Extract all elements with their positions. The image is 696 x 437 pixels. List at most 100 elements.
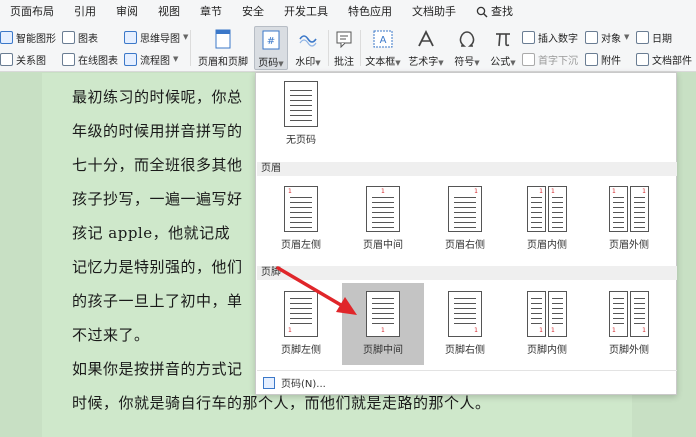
book-thumbnail: 1 1 <box>527 291 567 337</box>
divider <box>360 30 361 66</box>
option-footer-right[interactable]: 1 页脚右侧 <box>424 283 506 365</box>
header-footer-label: 页眉和页脚 <box>198 57 248 68</box>
textbox-label: 文本框 <box>365 57 396 68</box>
date-button[interactable]: 日期 <box>636 28 672 46</box>
page-number-button[interactable]: # 页码▼ <box>254 26 288 70</box>
watermark-label: 水印 <box>295 57 316 68</box>
tab-view[interactable]: 视图 <box>148 0 190 24</box>
option-no-page-number[interactable]: 无页码 <box>260 73 342 155</box>
object-icon <box>585 30 598 44</box>
online-chart-label: 在线图表 <box>78 55 118 67</box>
option-header-outside[interactable]: 1 1 页眉外侧 <box>588 178 670 260</box>
book-thumbnail: 1 1 <box>609 291 649 337</box>
option-header-inside[interactable]: 1 1 页眉内侧 <box>506 178 588 260</box>
text-line: 时候，你就是骑自行车的那个人，而他们就是走路的那个人。 <box>72 394 491 412</box>
mind-map-icon <box>124 30 137 44</box>
option-label: 页眉外侧 <box>609 240 649 251</box>
comment-button[interactable]: 批注 <box>330 26 358 70</box>
symbol-button[interactable]: 符号▼ <box>450 26 484 70</box>
chart-icon <box>62 30 75 44</box>
thumb-page-number: 1 <box>642 327 646 334</box>
drop-cap-label: 首字下沉 <box>538 55 578 67</box>
chevron-down-icon: ▼ <box>173 55 179 63</box>
tab-review[interactable]: 审阅 <box>106 0 148 24</box>
relation-chart-button[interactable]: 关系图 <box>0 50 46 68</box>
art-text-button[interactable]: 艺术字▼ <box>406 26 446 70</box>
online-chart-button[interactable]: 在线图表 <box>62 50 118 68</box>
textbox-icon: A <box>372 28 394 50</box>
insert-number-button[interactable]: 插入数字 <box>522 28 578 46</box>
watermark-button[interactable]: 水印▼ <box>290 26 326 70</box>
option-label: 页眉中间 <box>363 240 403 251</box>
flowchart-label: 流程图 <box>140 55 170 67</box>
header-footer-icon <box>212 28 234 50</box>
option-label: 页脚左侧 <box>281 345 321 356</box>
comment-icon <box>333 28 355 50</box>
smart-shape-button[interactable]: 智能图形 <box>0 28 56 46</box>
page-number-settings-item[interactable]: 页码(N)... <box>257 370 677 394</box>
drop-cap-button[interactable]: 首字下沉 <box>522 50 578 68</box>
search-icon <box>476 6 488 18</box>
insert-number-label: 插入数字 <box>538 33 578 45</box>
tab-references[interactable]: 引用 <box>64 0 106 24</box>
doc-parts-label: 文档部件 <box>652 55 692 67</box>
textbox-label-wrap: 文本框▼ <box>365 53 400 68</box>
tab-chapter[interactable]: 章节 <box>190 0 232 24</box>
chevron-down-icon: ▼ <box>315 59 321 67</box>
thumb-page-number: 1 <box>539 327 543 334</box>
tab-special-apps[interactable]: 特色应用 <box>338 0 402 24</box>
flowchart-button[interactable]: 流程图 ▼ <box>124 50 178 68</box>
search-button[interactable]: 查找 <box>466 0 523 24</box>
drop-cap-icon <box>522 52 535 66</box>
number-icon <box>522 30 535 44</box>
page-thumbnail: 1 <box>366 186 400 232</box>
tab-developer[interactable]: 开发工具 <box>274 0 338 24</box>
comment-label: 批注 <box>334 57 354 68</box>
option-footer-inside[interactable]: 1 1 页脚内侧 <box>506 283 588 365</box>
chevron-down-icon: ▼ <box>395 59 401 67</box>
watermark-label-wrap: 水印▼ <box>295 53 320 68</box>
tab-page-layout[interactable]: 页面布局 <box>0 0 64 24</box>
menu-bar: 页面布局 引用 审阅 视图 章节 安全 开发工具 特色应用 文档助手 查找 <box>0 0 696 24</box>
doc-parts-icon <box>636 52 649 66</box>
date-label: 日期 <box>652 33 672 45</box>
svg-text:#: # <box>267 36 275 47</box>
chevron-down-icon: ▼ <box>624 33 630 41</box>
chevron-down-icon: ▼ <box>278 60 284 68</box>
text-line: 的孩子一旦上了初中，单 <box>72 292 243 310</box>
chevron-down-icon: ▼ <box>183 33 189 41</box>
chevron-down-icon: ▼ <box>438 59 444 67</box>
option-header-center[interactable]: 1 页眉中间 <box>342 178 424 260</box>
tab-doc-assistant[interactable]: 文档助手 <box>402 0 466 24</box>
textbox-button[interactable]: A 文本框▼ <box>363 26 403 70</box>
relation-label: 关系图 <box>16 55 46 67</box>
option-label: 页眉右侧 <box>445 240 485 251</box>
chart-button[interactable]: 图表 <box>62 28 98 46</box>
object-button[interactable]: 对象 ▼ <box>585 28 629 46</box>
thumb-page-number: 1 <box>288 327 292 334</box>
page-thumbnail: 1 <box>284 186 318 232</box>
option-header-right[interactable]: 1 页眉右侧 <box>424 178 506 260</box>
doc-parts-button[interactable]: 文档部件 <box>636 50 692 68</box>
page-number-label: 页码 <box>258 58 279 69</box>
option-label: 页脚中间 <box>363 345 403 356</box>
pi-icon <box>492 28 514 50</box>
chart-label: 图表 <box>78 33 98 45</box>
formula-button[interactable]: 公式▼ <box>486 26 520 70</box>
option-footer-center[interactable]: 1 页脚中间 <box>342 283 424 365</box>
thumb-page-number: 1 <box>381 188 385 195</box>
art-text-icon <box>415 28 437 50</box>
paperclip-icon <box>585 52 598 66</box>
book-thumbnail: 1 1 <box>609 186 649 232</box>
page-thumbnail: 1 <box>366 291 400 337</box>
attachment-button[interactable]: 附件 <box>585 50 621 68</box>
tab-security[interactable]: 安全 <box>232 0 274 24</box>
mind-map-button[interactable]: 思维导图 ▼ <box>124 28 188 46</box>
option-footer-outside[interactable]: 1 1 页脚外侧 <box>588 283 670 365</box>
option-footer-left[interactable]: 1 页脚左侧 <box>260 283 342 365</box>
symbol-label: 符号 <box>454 57 475 68</box>
option-header-left[interactable]: 1 页眉左侧 <box>260 178 342 260</box>
header-footer-button[interactable]: 页眉和页脚 <box>196 26 250 70</box>
book-thumbnail: 1 1 <box>527 186 567 232</box>
svg-text:A: A <box>380 35 387 46</box>
